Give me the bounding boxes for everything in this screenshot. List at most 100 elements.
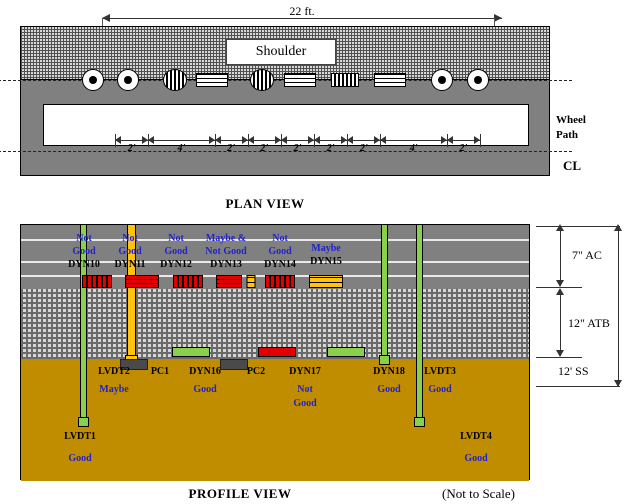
dyn13-status-line1: Maybe & [205,233,247,244]
arrow-left-icon [102,14,110,22]
dimension-segment-label: 2' [459,143,468,154]
dimension-segment-label: 2' [227,143,236,154]
arrow-right-icon [494,14,502,22]
plan-sensor-lvdt-1 [82,69,104,91]
dimension-bar [102,18,502,19]
dyn17-status-line2: Good [293,398,317,409]
dyn15-status: Maybe [311,243,341,254]
plan-sensor-dyn-d [284,73,316,87]
arrow-left-icon [347,136,354,144]
lvdt3-id: LVDT3 [424,366,456,377]
ss-outer-vline [618,226,619,386]
lvdt3-tip [379,355,390,365]
arrow-left-icon [280,136,287,144]
dimension-segment-label: 2' [260,143,269,154]
arrow-left-icon [115,136,121,144]
lvdt3-status: Good [428,384,452,395]
gauge-dyn17 [258,347,296,357]
dimension-segment-label: 4' [177,143,186,154]
arrow-left-icon [314,136,321,144]
plan-view-caption: PLAN VIEW [225,196,305,211]
dyn14-group: Not Good DYN14 [256,234,304,270]
atb-arrow-down-icon [556,350,564,357]
lvdt4-id: LVDT4 [460,431,492,442]
ss-lead-top [536,226,620,227]
gauge-dyn16 [172,347,210,357]
ac-arrow-down-icon [556,280,564,287]
plan-sensor-lvdt-2 [117,69,139,91]
lvdt1-id: LVDT1 [64,431,96,442]
dyn11-status-line2: Good [118,246,142,257]
plan-sensor-dyn-e [331,73,359,87]
lvdt3-group: LVDT3 Good [415,367,465,395]
shoulder-label: Shoulder [226,39,336,65]
pc1-group: PC1 [140,367,180,377]
not-to-scale-note: (Not to Scale) [442,486,515,501]
arrow-left-icon [214,136,221,144]
dimension-segment-line [380,140,447,141]
ac-arrow-up-icon [556,224,564,231]
gauge-dyn13-yellow [246,275,256,288]
dyn14-id: DYN14 [264,259,296,270]
gauge-dyn18 [327,347,365,357]
dyn17-id: DYN17 [289,366,321,377]
dimension-segment-label: 2' [127,143,136,154]
gauge-dyn12 [173,275,203,288]
lvdt1-status: Good [68,453,92,464]
dyn17-group: DYN17 Not Good [278,367,332,409]
atb-thickness-label: 12" ATB [568,316,610,330]
lvdt2-group: LVDT2 Maybe [88,367,140,395]
gauge-dyn10 [82,275,112,288]
dyn16-group: DYN16 Good [178,367,232,395]
atb-vline [560,290,561,356]
lvdt4-tip [414,417,425,427]
dyn13-group: Maybe & Not Good DYN13 [192,234,260,270]
dyn10-group: Not Good DYN10 [60,234,108,270]
lane-band [20,80,550,176]
dyn18-group: DYN18 Good [362,367,416,395]
arrow-right-icon [474,136,480,144]
gauge-dyn15 [309,275,343,288]
wheel-path-label-line1: Wheel [556,114,586,126]
pc1-id: PC1 [150,366,170,377]
dyn18-id: DYN18 [373,366,405,377]
dyn10-status-line1: Not [76,233,92,244]
arrow-left-icon [247,136,254,144]
gauge-dyn11 [125,275,159,288]
plan-sensor-dyn-c [250,69,274,91]
plan-sensor-dyn-a [163,69,187,91]
lvdt1-group: LVDT1 Good [52,432,108,464]
dyn17-status-line1: Not [297,384,313,395]
lvdt2-status: Maybe [99,384,129,395]
ac-thickness-label: 7" AC [572,248,602,262]
dyn13-id: DYN13 [210,259,242,270]
dimension-segment-line [148,140,215,141]
pc2-id: PC2 [246,366,266,377]
gauge-dyn14 [265,275,295,288]
dyn11-id: DYN11 [114,259,146,270]
wheel-path-label-line2: Path [556,129,578,141]
arrow-left-icon [380,136,387,144]
dyn14-status-line2: Good [268,246,292,257]
top-dimension-label: 22 ft. [289,4,315,18]
pc2-group: PC2 [236,367,276,377]
profile-view-caption: PROFILE VIEW [188,486,292,501]
plan-sensor-lvdt-4 [467,69,489,91]
profile-layer-dimensions: 12' SS 7" AC 12" ATB [536,224,624,480]
lvdt2-id: LVDT2 [98,366,130,377]
dimension-tick [480,134,481,147]
atb-lead-bottom [536,357,582,358]
plan-sensor-dyn-b [196,73,228,87]
dimension-segment-label: 2' [326,143,335,154]
lvdt1-tip [78,417,89,427]
dyn16-status: Good [193,384,217,395]
plan-sensor-dyn-f [374,73,406,87]
lvdt3-rod [381,225,388,359]
centerline-label: CL [563,158,582,173]
lvdt4-group: LVDT4 Good [448,432,504,464]
dyn15-group: Maybe DYN15 [302,244,350,267]
dyn10-id: DYN10 [68,259,100,270]
ac-vline [560,226,561,286]
dyn16-id: DYN16 [189,366,221,377]
arrow-left-icon [446,136,453,144]
